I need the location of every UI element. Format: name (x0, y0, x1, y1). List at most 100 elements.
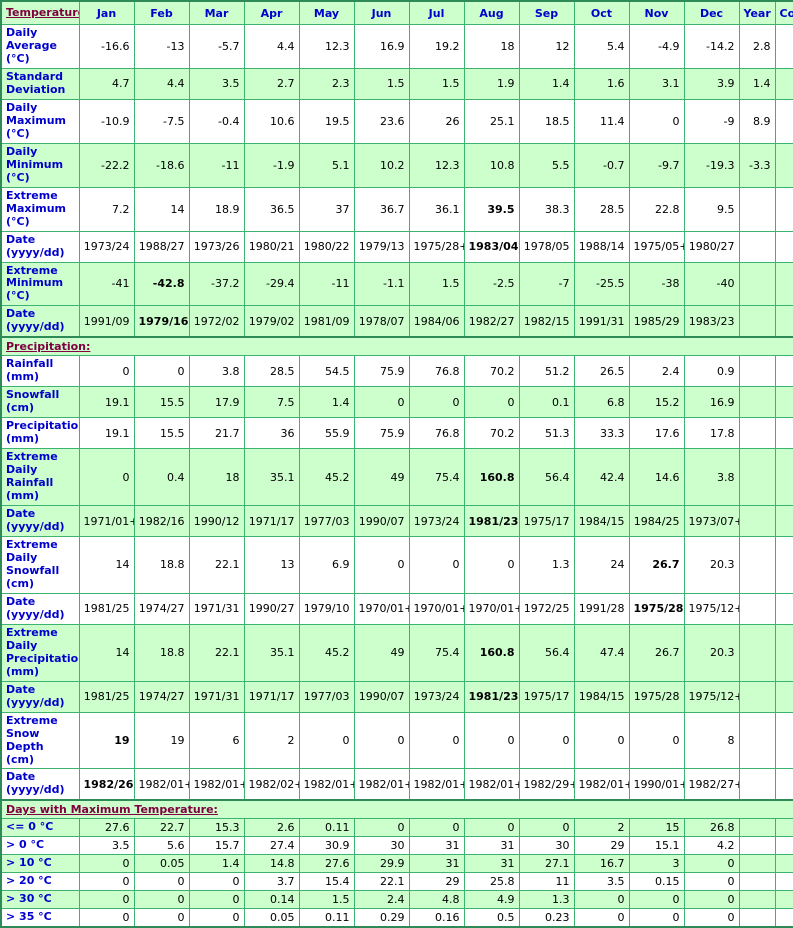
column-header-feb: Feb (133, 0, 190, 25)
table-cell: 2 (243, 711, 300, 770)
table-cell: 1.4 (518, 67, 575, 100)
table-cell: 27.6 (298, 854, 355, 874)
table-cell: 45.2 (298, 623, 355, 682)
table-cell: C (774, 890, 793, 910)
table-cell: 1990/07 (353, 505, 410, 537)
table-cell: 18.9 (188, 186, 245, 232)
table-cell: 0 (188, 872, 245, 892)
table-cell: 1991/31 (573, 305, 630, 338)
table-cell: 54.5 (298, 355, 355, 388)
table-cell: 56.4 (518, 448, 575, 507)
table-cell: 2.3 (298, 67, 355, 100)
table-cell: 8 (683, 711, 740, 770)
table-cell: 15.2 (628, 386, 685, 419)
section-header-row: Days with Maximum Temperature: (0, 799, 793, 820)
table-cell: C (774, 98, 793, 144)
table-cell: 1971/31 (188, 680, 245, 713)
table-cell: 9.5 (683, 186, 740, 232)
table-cell: 1974/27 (133, 680, 190, 713)
table-cell: 1975/28 (628, 680, 685, 713)
table-cell: 1975/12+ (683, 680, 740, 713)
table-cell: 3 (628, 854, 685, 874)
table-cell: 0.11 (298, 818, 355, 838)
table-cell: 1982/02+ (243, 768, 300, 801)
table-cell (738, 535, 776, 594)
table-cell: 0 (628, 98, 685, 144)
table-row: <= 0 °C27.622.715.32.60.11000021526.8C (0, 818, 793, 838)
table-cell: -9.7 (628, 142, 685, 188)
table-cell: 1970/01+ (463, 592, 520, 625)
table-cell: 1.4 (298, 386, 355, 419)
table-cell: 75.4 (408, 448, 465, 507)
row-label: Extreme Maximum (°C) (0, 186, 80, 232)
table-cell: -11 (298, 261, 355, 307)
table-cell: 39.5 (463, 186, 520, 232)
table-cell: 38.3 (518, 186, 575, 232)
table-row: Extreme Daily Snowfall (cm) 14 18.8 22.1 13 6.9… (0, 535, 793, 594)
table-row: Rainfall (mm) 0 0 3.8 28.5 54.5 75.9 76.8 70.2 51… (0, 355, 793, 388)
table-cell: 1975/28 (628, 592, 685, 625)
table-cell: -19.3 (683, 142, 740, 188)
table-cell: -1.1 (353, 261, 410, 307)
table-cell (774, 230, 793, 263)
table-cell: 1.5 (353, 67, 410, 100)
table-cell: 1973/24 (78, 230, 135, 263)
table-cell: 17.6 (628, 417, 685, 450)
table-cell: 5.1 (298, 142, 355, 188)
table-cell: 22.1 (188, 623, 245, 682)
table-row: Snowfall (cm) 19.1 15.5 17.9 7.5 1.4 0 0 0 0.1 6.8 1… (0, 386, 793, 419)
table-cell: C (774, 854, 793, 874)
table-row: > 0 °C 3.5 5.6 15.7 27.4 30.9 30 31 31 30 29 15.1 4.… (0, 836, 793, 856)
table-cell: 0 (78, 890, 135, 910)
table-cell: 16.7 (573, 854, 630, 874)
table-row: Date(yyyy/dd)1982/26+1982/01+1982/01+198… (0, 768, 793, 801)
table-cell (738, 592, 776, 625)
row-label: Snowfall (cm) (0, 386, 80, 419)
table-cell: 76.8 (408, 417, 465, 450)
row-label: > 35 °C (0, 908, 80, 928)
table-cell (774, 768, 793, 801)
table-cell: 0 (463, 711, 520, 770)
row-label: <= 0 °C (0, 818, 80, 838)
table-cell: 76.8 (408, 355, 465, 388)
table-cell: 1982/01+ (353, 768, 410, 801)
table-cell: 49 (353, 623, 410, 682)
row-label: Daily Minimum (°C) (0, 142, 80, 188)
table-cell: 51.3 (518, 417, 575, 450)
table-cell: 5.4 (573, 24, 630, 69)
table-cell (738, 908, 776, 928)
table-row: Standard Deviation 4.7 4.4 3.5 2.7 2.3 1.5 1.5 1.… (0, 67, 793, 100)
table-cell: 1983/04 (463, 230, 520, 263)
table-cell: 0 (188, 890, 245, 910)
row-label: Date (yyyy/dd) (0, 505, 80, 537)
table-cell: 5.6 (133, 836, 190, 856)
table-cell: 3.8 (683, 448, 740, 507)
table-cell: 0.14 (243, 890, 300, 910)
table-cell: C (774, 386, 793, 419)
table-cell: -5.7 (188, 24, 245, 69)
table-cell: 1981/09 (298, 305, 355, 338)
table-cell: -38 (628, 261, 685, 307)
table-cell: -25.5 (573, 261, 630, 307)
table-cell: 19.1 (78, 386, 135, 419)
table-cell: -16.6 (78, 24, 135, 69)
table-cell: 0.9 (683, 355, 740, 388)
row-label: Extreme Daily Rainfall (mm) (0, 448, 80, 507)
table-cell (774, 711, 793, 770)
table-cell: 30 (518, 836, 575, 856)
table-cell: 1982/26+ (78, 768, 135, 801)
table-row: > 30 °C0000.141.52.44.84.91.3000C (0, 890, 793, 910)
table-cell: 1.9 (463, 67, 520, 100)
table-cell: 1972/02 (188, 305, 245, 338)
table-cell: 3.5 (573, 872, 630, 892)
column-header-may: May (298, 0, 355, 25)
table-cell: 4.8 (408, 890, 465, 910)
table-cell: 1977/03 (298, 680, 355, 713)
table-cell: 22.7 (133, 818, 190, 838)
table-cell: -0.4 (188, 98, 245, 144)
table-cell: 18 (463, 24, 520, 69)
table-cell: -11 (188, 142, 245, 188)
row-label: Precipitation (mm) (0, 417, 80, 450)
table-cell: 75.4 (408, 623, 465, 682)
table-cell: 1974/27 (133, 592, 190, 625)
